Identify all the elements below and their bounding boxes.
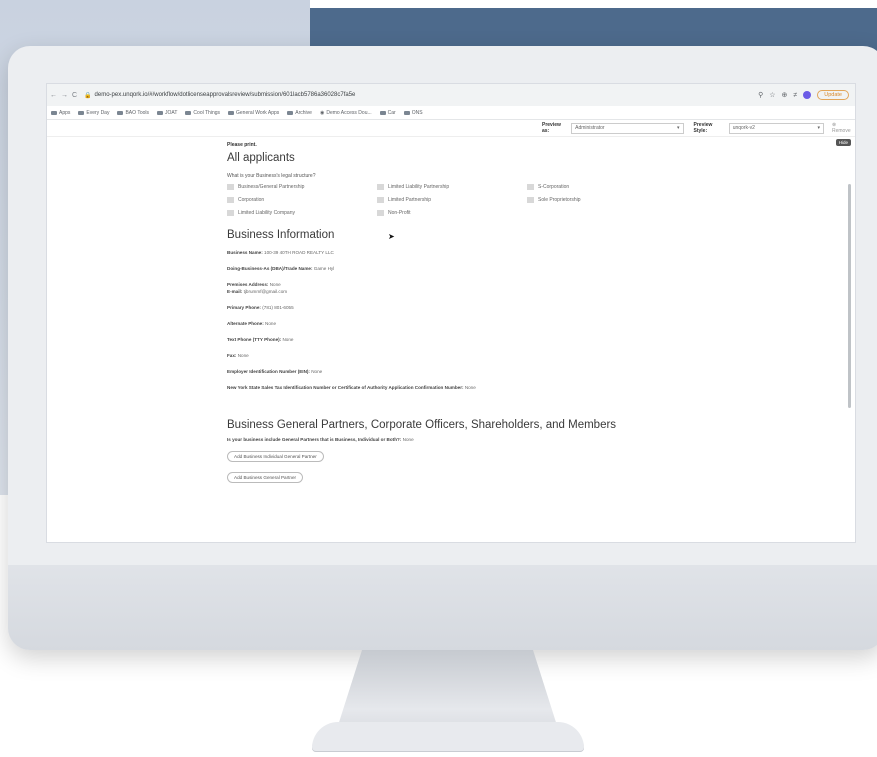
checkbox[interactable] bbox=[377, 197, 384, 203]
bookmark-item[interactable]: Car bbox=[379, 110, 396, 116]
monitor-chin bbox=[8, 565, 877, 650]
forward-icon[interactable]: → bbox=[61, 92, 68, 99]
checkbox-option[interactable]: Business/General Partnership bbox=[227, 184, 377, 190]
monitor-stand-base bbox=[312, 722, 584, 752]
checkbox[interactable] bbox=[527, 197, 534, 203]
premises-email-field: Premises Address: None E-mail: tjbrummf@g… bbox=[227, 282, 288, 294]
preview-as-select[interactable]: Administrator ▾ bbox=[571, 122, 684, 134]
hide-button[interactable]: Hide bbox=[835, 139, 851, 146]
scrollbar[interactable] bbox=[848, 184, 851, 408]
checkbox[interactable] bbox=[227, 210, 234, 216]
bookmark-item[interactable]: ONS bbox=[403, 110, 423, 116]
dba-field: Doing-Business-As (DBA)/Trade Name: Game… bbox=[227, 266, 335, 271]
address-bar[interactable]: demo-pex.unqork.io/#/workflow/dotlicense… bbox=[95, 92, 356, 98]
checkbox[interactable] bbox=[377, 184, 384, 190]
section-title-applicants: All applicants bbox=[227, 152, 295, 164]
bookmark-item[interactable]: Every Day bbox=[78, 110, 109, 116]
bookmark-item[interactable]: General Work Apps bbox=[228, 110, 279, 116]
legal-structure-options: Business/General Partnership Limited Lia… bbox=[227, 184, 667, 216]
checkbox-option[interactable]: Corporation bbox=[227, 197, 377, 203]
tty-phone-field: Text Phone (TTY Phone): None bbox=[227, 337, 294, 342]
globe-icon: ◉ bbox=[319, 109, 325, 116]
please-print-note: Please print. bbox=[227, 142, 257, 148]
folder-icon bbox=[379, 110, 386, 115]
bookmark-item[interactable]: BAO Tools bbox=[117, 110, 149, 116]
folder-icon bbox=[117, 110, 124, 115]
puzzle-icon[interactable]: ≠ bbox=[793, 92, 797, 99]
zoom-icon[interactable]: ⚲ bbox=[758, 91, 763, 99]
bookmark-item[interactable]: Apps bbox=[51, 110, 70, 116]
folder-icon bbox=[78, 110, 85, 115]
checkbox[interactable] bbox=[227, 197, 234, 203]
form-content: Please print. All applicants What is you… bbox=[227, 142, 667, 484]
monitor-screen: ← → C 🔒 demo-pex.unqork.io/#/workflow/do… bbox=[46, 83, 856, 543]
bookmarks-bar: Apps Every Day BAO Tools JOAT Cool Thing… bbox=[47, 106, 855, 120]
checkbox[interactable] bbox=[377, 210, 384, 216]
checkbox[interactable] bbox=[227, 184, 234, 190]
apps-icon bbox=[51, 110, 57, 115]
checkbox-option[interactable]: Non-Profit bbox=[377, 210, 527, 216]
checkbox-option[interactable]: S-Corporation bbox=[527, 184, 677, 190]
add-general-partner-button[interactable]: Add Business General Partner bbox=[227, 472, 304, 483]
bookmark-item[interactable]: Cool Things bbox=[185, 110, 220, 116]
primary-phone-field: Primary Phone: (781) 801-6055 bbox=[227, 305, 294, 310]
preview-style-select[interactable]: unqork-v2 ▾ bbox=[728, 122, 824, 134]
lock-icon: 🔒 bbox=[84, 92, 92, 99]
alternate-phone-field: Alternate Phone: None bbox=[227, 321, 277, 326]
folder-icon bbox=[185, 110, 192, 115]
browser-toolbar: ← → C 🔒 demo-pex.unqork.io/#/workflow/do… bbox=[47, 84, 855, 106]
folder-icon bbox=[403, 110, 410, 115]
bookmark-item[interactable]: Archive bbox=[287, 110, 312, 116]
preview-bar: Preview as: Administrator ▾ Preview Style… bbox=[47, 120, 855, 137]
checkbox-option[interactable]: Limited Liability Company bbox=[227, 210, 377, 216]
back-icon[interactable]: ← bbox=[50, 92, 57, 99]
extension-icon[interactable]: ⊕ bbox=[782, 91, 788, 99]
reload-icon[interactable]: C bbox=[72, 92, 77, 99]
remove-button[interactable]: ⊗ Remove bbox=[832, 122, 855, 134]
preview-as-label: Preview as: bbox=[542, 122, 561, 134]
section-title-business-info: Business Information bbox=[227, 229, 335, 241]
checkbox-option[interactable]: Limited Liability Partnership bbox=[377, 184, 527, 190]
folder-icon bbox=[228, 110, 235, 115]
add-individual-partner-button[interactable]: Add Business Individual General Partner bbox=[227, 451, 324, 462]
folder-icon bbox=[287, 110, 294, 115]
legal-structure-question: What is your Business's legal structure? bbox=[227, 173, 316, 179]
fax-field: Fax: None bbox=[227, 353, 249, 358]
sales-tax-field: New York State Sales Tax Identification … bbox=[227, 385, 476, 390]
business-name-field: Business Name: 100-39 40TH ROAD REALTY L… bbox=[227, 250, 334, 255]
bookmark-item[interactable]: JOAT bbox=[157, 110, 177, 116]
section-title-partners: Business General Partners, Corporate Off… bbox=[227, 419, 617, 431]
avatar[interactable] bbox=[803, 91, 812, 99]
checkbox[interactable] bbox=[527, 184, 534, 190]
ein-field: Employer Identification Number (EIN): No… bbox=[227, 369, 323, 374]
mouse-cursor-icon: ➤ bbox=[388, 232, 395, 241]
star-icon[interactable]: ☆ bbox=[769, 91, 775, 99]
partners-question: Is your business include General Partner… bbox=[227, 437, 414, 442]
bookmark-item[interactable]: ◉ Demo Access Dou... bbox=[320, 110, 372, 116]
preview-style-label: Preview Style: bbox=[693, 122, 713, 134]
checkbox-option[interactable]: Sole Proprietorship bbox=[527, 197, 677, 203]
chevron-down-icon: ▾ bbox=[677, 125, 680, 131]
chevron-down-icon: ▾ bbox=[817, 125, 820, 131]
checkbox-option[interactable]: Limited Partnership bbox=[377, 197, 527, 203]
folder-icon bbox=[157, 110, 163, 115]
update-button[interactable]: Update bbox=[817, 90, 849, 100]
